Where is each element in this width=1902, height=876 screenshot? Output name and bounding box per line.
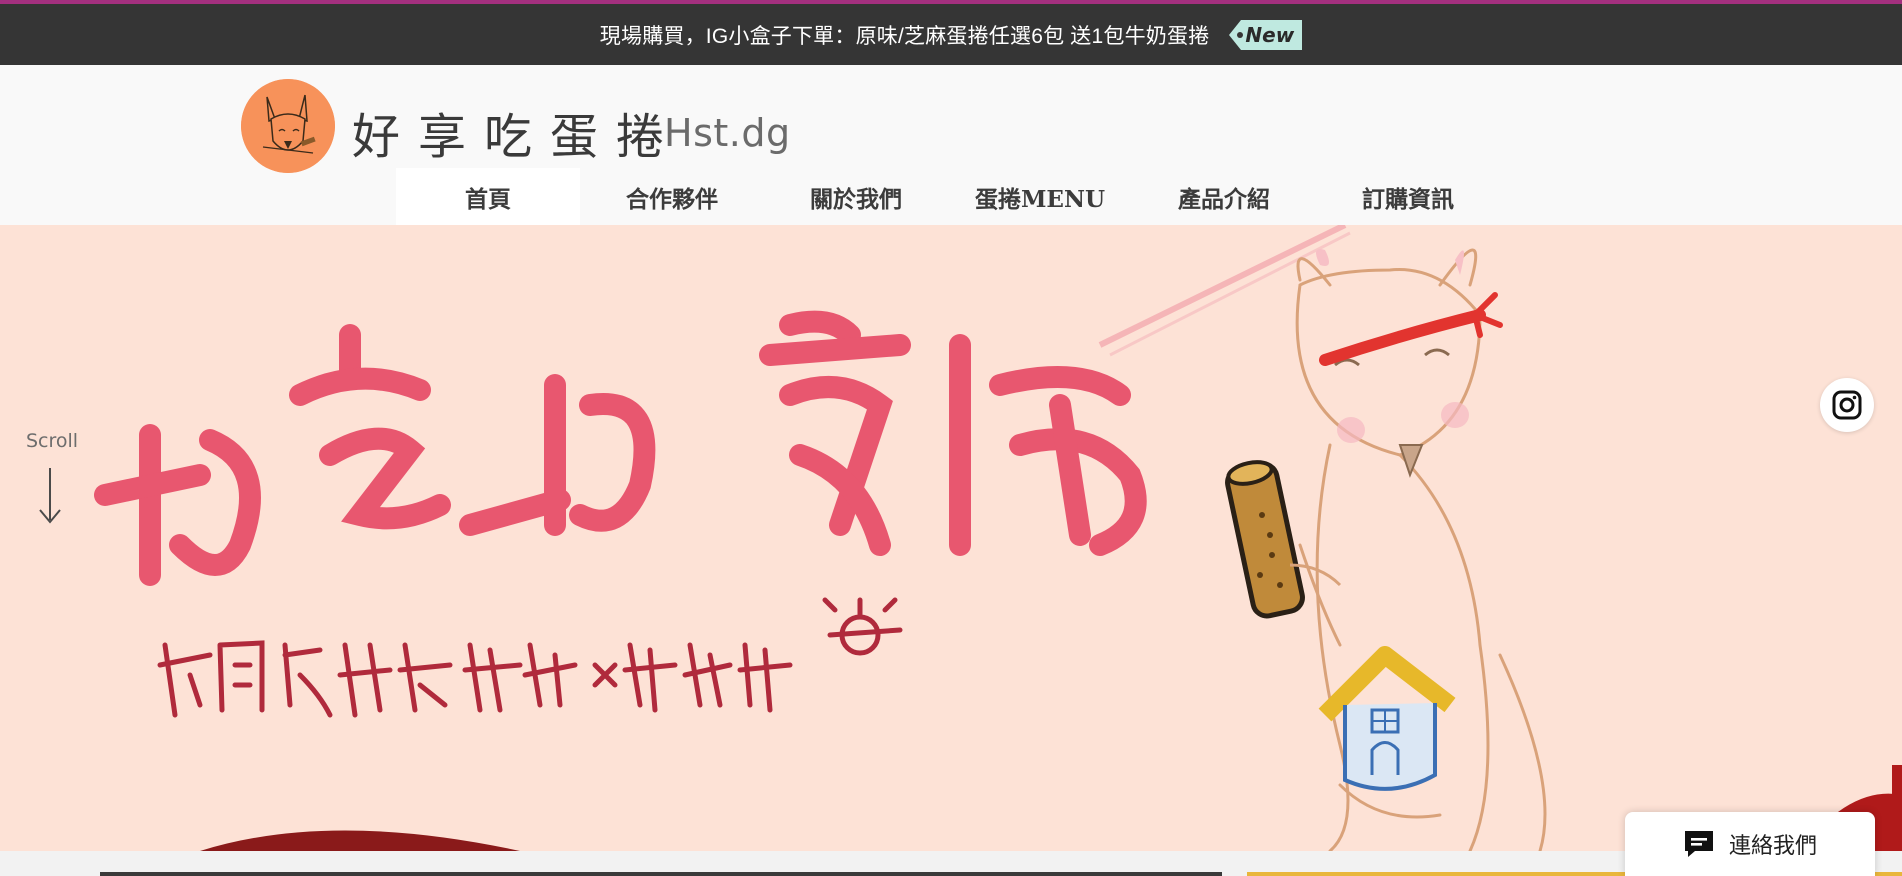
nav-item-ordering[interactable]: 訂購資訊: [1316, 168, 1500, 225]
instagram-button[interactable]: [1820, 378, 1874, 432]
egg-roll-icon: [1225, 460, 1305, 619]
instagram-icon: [1832, 390, 1862, 420]
hero-banner: [0, 225, 1902, 851]
main-nav: 首頁 合作夥伴 關於我們 蛋捲MENU 產品介紹 訂購資訊: [396, 168, 1500, 225]
kangaroo-logo[interactable]: [241, 79, 335, 173]
announcement-text: 現場購買，IG小盒子下單：原味/芝麻蛋捲任選6包 送1包牛奶蛋捲: [599, 24, 1210, 48]
site-header: 好享吃蛋捲 Hst.dg 首頁 合作夥伴 關於我們 蛋捲MENU 產品介紹 訂購…: [0, 65, 1902, 225]
new-badge-label: New: [1241, 19, 1303, 50]
chat-bubble-icon: [1684, 831, 1713, 857]
hero-illustration: [94, 225, 1902, 851]
site-title: 好享吃蛋捲: [352, 109, 683, 165]
scroll-label: Scroll: [25, 430, 79, 452]
nav-item-about[interactable]: 關於我們: [764, 168, 948, 225]
contact-chat-button[interactable]: 連絡我們: [1625, 812, 1875, 876]
arrow-down-icon[interactable]: [38, 466, 62, 524]
new-badge: New: [1229, 19, 1303, 50]
announcement-bar: 現場購買，IG小盒子下單：原味/芝麻蛋捲任選6包 送1包牛奶蛋捲 New: [0, 4, 1902, 65]
nav-item-menu[interactable]: 蛋捲MENU: [948, 168, 1132, 225]
chat-button-label: 連絡我們: [1728, 833, 1817, 858]
nav-item-partners[interactable]: 合作夥伴: [580, 168, 764, 225]
hero-handwritten-subtitle: [157, 597, 903, 718]
site-subtitle: Hst.dg: [664, 111, 791, 155]
house-icon: [1318, 646, 1456, 791]
hero-brush-lettering: [94, 310, 1147, 586]
next-section-image: [100, 872, 1222, 876]
nav-item-products[interactable]: 產品介紹: [1132, 168, 1316, 225]
nav-item-home[interactable]: 首頁: [396, 168, 580, 225]
